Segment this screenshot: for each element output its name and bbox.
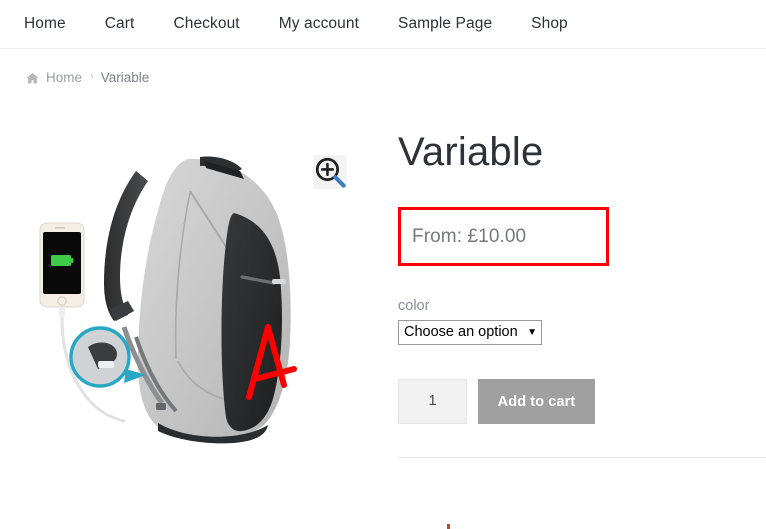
- quantity-input[interactable]: 1: [398, 379, 467, 424]
- breadcrumb: Home › Variable: [0, 49, 766, 85]
- chevron-down-icon: ▼: [527, 326, 537, 338]
- nav-item-my-account[interactable]: My account: [279, 15, 359, 33]
- add-to-cart-button[interactable]: Add to cart: [478, 379, 595, 424]
- product-gallery: [28, 131, 380, 456]
- product-image[interactable]: [28, 131, 368, 456]
- add-to-cart-row: 1 Add to cart: [398, 379, 764, 424]
- variations-form: color Choose an option ▼: [398, 298, 764, 345]
- product-price: From: £10.00: [412, 225, 527, 247]
- nav-item-shop[interactable]: Shop: [531, 15, 568, 33]
- nav-item-home[interactable]: Home: [24, 15, 66, 33]
- color-select[interactable]: Choose an option ▼: [398, 320, 542, 345]
- price-highlight-box: From: £10.00: [398, 207, 609, 266]
- magnifier-plus-icon[interactable]: [313, 155, 347, 189]
- nav-item-checkout[interactable]: Checkout: [173, 15, 239, 33]
- nav-item-cart[interactable]: Cart: [105, 15, 135, 33]
- product-section: Variable From: £10.00 color Choose an op…: [0, 81, 766, 456]
- tab-indicator-mark: [447, 524, 450, 529]
- page-title: Variable: [398, 130, 544, 174]
- nav-item-sample-page[interactable]: Sample Page: [398, 15, 492, 33]
- attribute-label-color: color: [398, 298, 430, 314]
- product-summary: Variable From: £10.00 color Choose an op…: [398, 131, 764, 456]
- nav-list: Home Cart Checkout My account Sample Pag…: [24, 15, 568, 33]
- summary-divider: [398, 457, 766, 458]
- primary-navigation: Home Cart Checkout My account Sample Pag…: [0, 0, 766, 49]
- color-select-value: Choose an option: [404, 324, 518, 341]
